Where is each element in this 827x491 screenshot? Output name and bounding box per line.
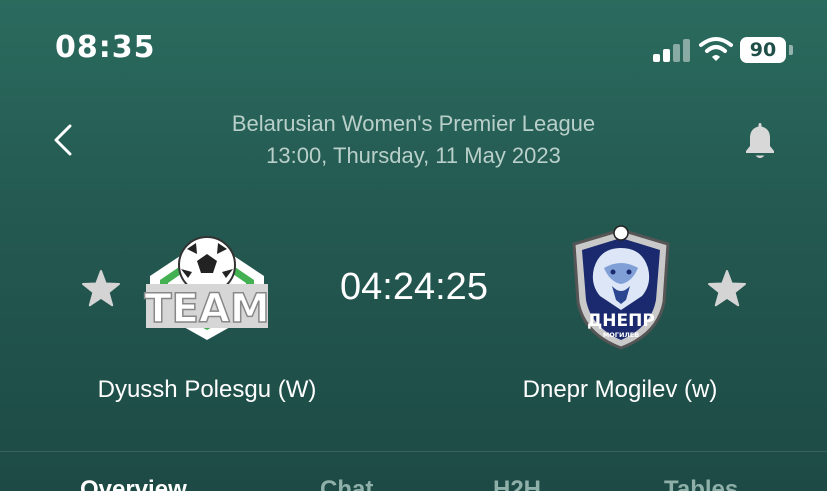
- match-header: Belarusian Women's Premier League 13:00,…: [0, 100, 827, 190]
- league-name[interactable]: Belarusian Women's Premier League: [0, 111, 827, 137]
- battery-level: 90: [740, 37, 786, 63]
- away-logo-subtext: МОГИЛЕВ: [603, 331, 639, 339]
- lion-shield-icon: ДНЕПР МОГИЛЕВ: [572, 225, 670, 350]
- home-team-name[interactable]: Dyussh Polesgu (W): [67, 376, 347, 404]
- notification-button[interactable]: [740, 118, 780, 162]
- tab-bar: Overview Chat H2H Tables: [0, 452, 827, 491]
- star-icon: [708, 270, 746, 307]
- tab-h2h[interactable]: H2H: [493, 476, 541, 491]
- battery-cap: [789, 45, 793, 55]
- away-favorite-button[interactable]: [707, 269, 747, 309]
- tab-chat[interactable]: Chat: [320, 476, 373, 491]
- battery-icon: 90: [740, 37, 786, 63]
- away-team-name[interactable]: Dnepr Mogilev (w): [480, 376, 760, 404]
- team-crest-icon: TEAM: [144, 236, 270, 340]
- status-time: 08:35: [55, 30, 156, 65]
- tab-overview[interactable]: Overview: [80, 476, 187, 491]
- home-logo-text: TEAM: [144, 286, 269, 332]
- away-logo-text: ДНЕПР: [587, 311, 655, 331]
- home-team-logo[interactable]: TEAM: [140, 232, 274, 344]
- away-team-logo[interactable]: ДНЕПР МОГИЛЕВ: [568, 224, 674, 352]
- bell-icon: [746, 123, 774, 158]
- cellular-signal-icon: [653, 38, 691, 62]
- match-datetime: 13:00, Thursday, 11 May 2023: [266, 143, 561, 168]
- tab-tables[interactable]: Tables: [664, 476, 738, 491]
- match-countdown: 04:24:25: [340, 266, 488, 308]
- star-icon: [82, 270, 120, 307]
- status-bar: 08:35 90: [0, 0, 827, 100]
- home-favorite-button[interactable]: [81, 269, 121, 309]
- wifi-icon: [699, 37, 733, 61]
